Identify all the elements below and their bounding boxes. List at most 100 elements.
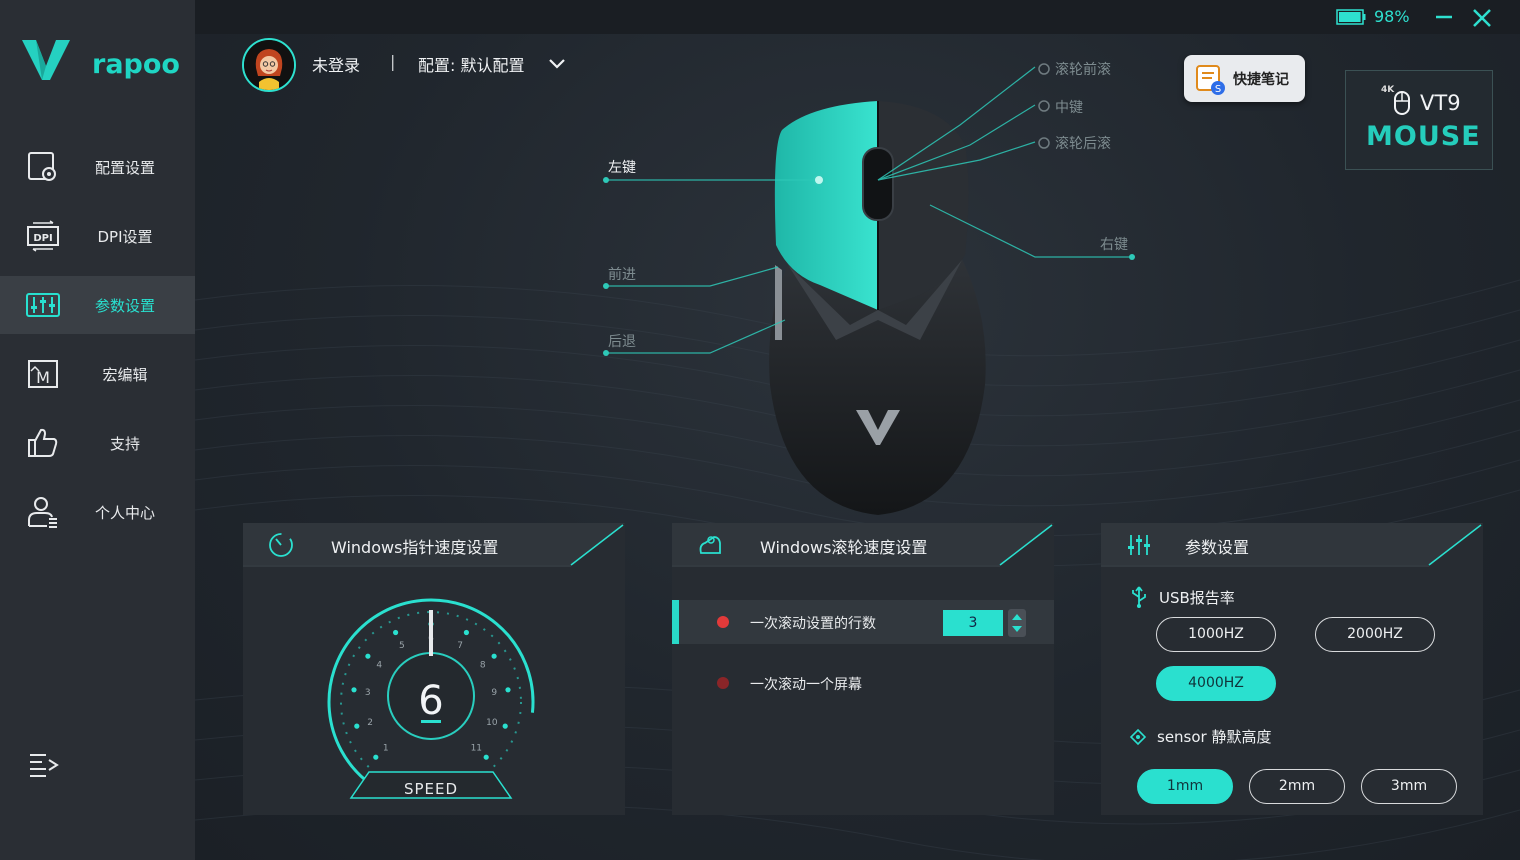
sidebar-item-label: DPI设置 — [97, 227, 153, 246]
panel-title: 参数设置 — [1185, 538, 1250, 557]
battery-icon — [1336, 9, 1366, 25]
polling-rate-1000-button[interactable]: 1000HZ — [1156, 617, 1276, 652]
quick-notes-label: 快捷笔记 — [1233, 71, 1289, 88]
panel-title: Windows指针速度设置 — [331, 538, 499, 557]
gauge-tick-mark — [483, 754, 489, 760]
callout-back[interactable]: 后退 — [608, 331, 636, 351]
pointer-speed-panel: Windows指针速度设置 1234567891011 6 SPEED — [243, 523, 625, 815]
avatar[interactable] — [242, 38, 296, 92]
usb-icon — [1132, 586, 1146, 608]
gauge-tick-label: 1 — [383, 743, 389, 753]
parameters-panel: 参数设置 USB报告率 1000HZ 2000HZ 4000HZ sensor … — [1101, 523, 1483, 815]
callout-left-button[interactable]: 左键 — [608, 157, 636, 177]
sliders-icon — [1128, 535, 1150, 555]
callout-middle-button[interactable]: 中键 — [1055, 97, 1083, 117]
login-status[interactable]: 未登录 — [312, 52, 360, 76]
lod-1mm-button[interactable]: 1mm — [1137, 769, 1233, 804]
speedometer-icon — [269, 533, 293, 557]
menu-collapse-icon[interactable] — [27, 750, 61, 780]
gauge-tick-mark — [354, 723, 360, 729]
svg-text:S: S — [1215, 84, 1221, 95]
model-word: MOUSE — [1366, 121, 1481, 152]
brand-logo: rapoo — [20, 36, 180, 82]
gauge-tick-label: 8 — [480, 660, 486, 670]
gauge-tick-mark — [393, 629, 399, 636]
lift-off-distance-label: sensor 静默高度 — [1157, 728, 1272, 746]
gauge-tick-mark — [463, 629, 469, 636]
callout-forward[interactable]: 前进 — [608, 264, 636, 284]
quick-notes-button[interactable]: S 快捷笔记 — [1184, 55, 1305, 102]
brand-name: rapoo — [92, 48, 180, 80]
scroll-option-screen-label: 一次滚动一个屏幕 — [750, 677, 862, 693]
user-icon — [28, 497, 57, 528]
dpi-icon: DPI — [27, 220, 59, 252]
sidebar-item-label: 配置设置 — [94, 158, 155, 177]
mouse-illustration — [603, 63, 1135, 515]
selected-indicator — [672, 600, 679, 644]
sidebar-item-profile-settings[interactable]: 配置设置 — [0, 138, 195, 196]
scroll-speed-panel: Windows滚轮速度设置 一次滚动设置的行数 3 一次滚动一个屏幕 — [672, 523, 1054, 815]
gauge-tick-label: 2 — [367, 718, 373, 728]
callout-right-button[interactable]: 右键 — [1100, 234, 1128, 254]
pointer-speed-gauge[interactable]: 1234567891011 6 SPEED — [325, 598, 537, 808]
gauge-tick-mark — [491, 653, 497, 659]
scroll-wheel-icon — [699, 536, 721, 554]
gauge-tick-label: 9 — [491, 688, 497, 698]
minimize-icon[interactable] — [1433, 6, 1455, 28]
callout-scroll-up[interactable]: 滚轮前滚 — [1055, 59, 1111, 79]
parameters-icon — [26, 293, 60, 317]
panel-header-decoration — [1101, 523, 1483, 567]
mouse-icon — [1394, 91, 1410, 115]
gauge-tick-mark — [505, 687, 511, 693]
sensor-icon — [1129, 728, 1147, 745]
radio-dot[interactable] — [717, 616, 729, 628]
sidebar-item-parameters[interactable]: 参数设置 — [0, 276, 195, 334]
close-icon[interactable] — [1470, 6, 1494, 30]
gauge-tick-label: 4 — [376, 660, 382, 670]
gauge-tick-label: 3 — [365, 688, 371, 698]
lines-stepper[interactable] — [1008, 609, 1026, 637]
scroll-option-lines-label: 一次滚动设置的行数 — [750, 616, 876, 632]
rapoo-v-logo-icon — [22, 40, 70, 80]
sidebar-item-personal-center[interactable]: 个人中心 — [0, 483, 195, 541]
scroll-lines-input[interactable]: 3 — [943, 610, 1003, 636]
lod-2mm-button[interactable]: 2mm — [1249, 769, 1345, 804]
polling-rate-4000-button[interactable]: 4000HZ — [1156, 666, 1276, 701]
pointer-speed-value: 6 — [418, 678, 443, 724]
macro-icon: M — [28, 360, 58, 388]
thumbs-up-icon — [28, 428, 58, 457]
scroll-option-screen[interactable]: 一次滚动一个屏幕 — [672, 661, 1054, 705]
lod-3mm-button[interactable]: 3mm — [1361, 769, 1457, 804]
gauge-tick-label: 5 — [399, 641, 405, 651]
usb-report-rate-label: USB报告率 — [1159, 588, 1235, 607]
gauge-tick-label: 10 — [486, 718, 498, 728]
panel-title: Windows滚轮速度设置 — [760, 538, 928, 557]
header-separator: | — [390, 52, 396, 71]
profile-selector-label[interactable]: 配置: 默认配置 — [418, 52, 524, 76]
lift-off-distance-row: sensor 静默高度 — [1129, 726, 1271, 747]
sidebar-item-label: 支持 — [109, 434, 140, 453]
sidebar-item-label: 个人中心 — [94, 503, 155, 522]
speed-label: SPEED — [404, 780, 458, 798]
svg-text:DPI: DPI — [33, 233, 52, 244]
callout-scroll-down[interactable]: 滚轮后滚 — [1055, 133, 1111, 153]
sidebar-item-dpi[interactable]: DPI DPI设置 — [0, 207, 195, 265]
gauge-tick-mark — [365, 653, 371, 659]
gauge-tick-mark — [373, 754, 379, 760]
polling-rate-2000-button[interactable]: 2000HZ — [1315, 617, 1435, 652]
gauge-tick-mark — [502, 723, 508, 729]
sidebar-item-label: 宏编辑 — [102, 365, 148, 384]
title-bar — [195, 0, 1520, 34]
sidebar-item-macro[interactable]: M 宏编辑 — [0, 345, 195, 403]
avatar-image — [244, 40, 294, 90]
notes-app-icon: S — [1196, 64, 1225, 95]
sidebar: rapoo 配置设置 DPI DPI设置 参数设置 M 宏编辑 支持 个人中心 — [0, 0, 195, 860]
model-badge: 4K VT9 MOUSE — [1345, 70, 1493, 170]
usb-report-rate-row: USB报告率 — [1129, 585, 1235, 609]
scroll-option-lines[interactable]: 一次滚动设置的行数 3 — [672, 600, 1054, 644]
radio-dot[interactable] — [717, 677, 729, 689]
gauge-tick-label: 11 — [471, 743, 482, 753]
gauge-tick-label: 7 — [457, 641, 463, 651]
profile-settings-icon — [28, 152, 56, 181]
sidebar-item-support[interactable]: 支持 — [0, 414, 195, 472]
